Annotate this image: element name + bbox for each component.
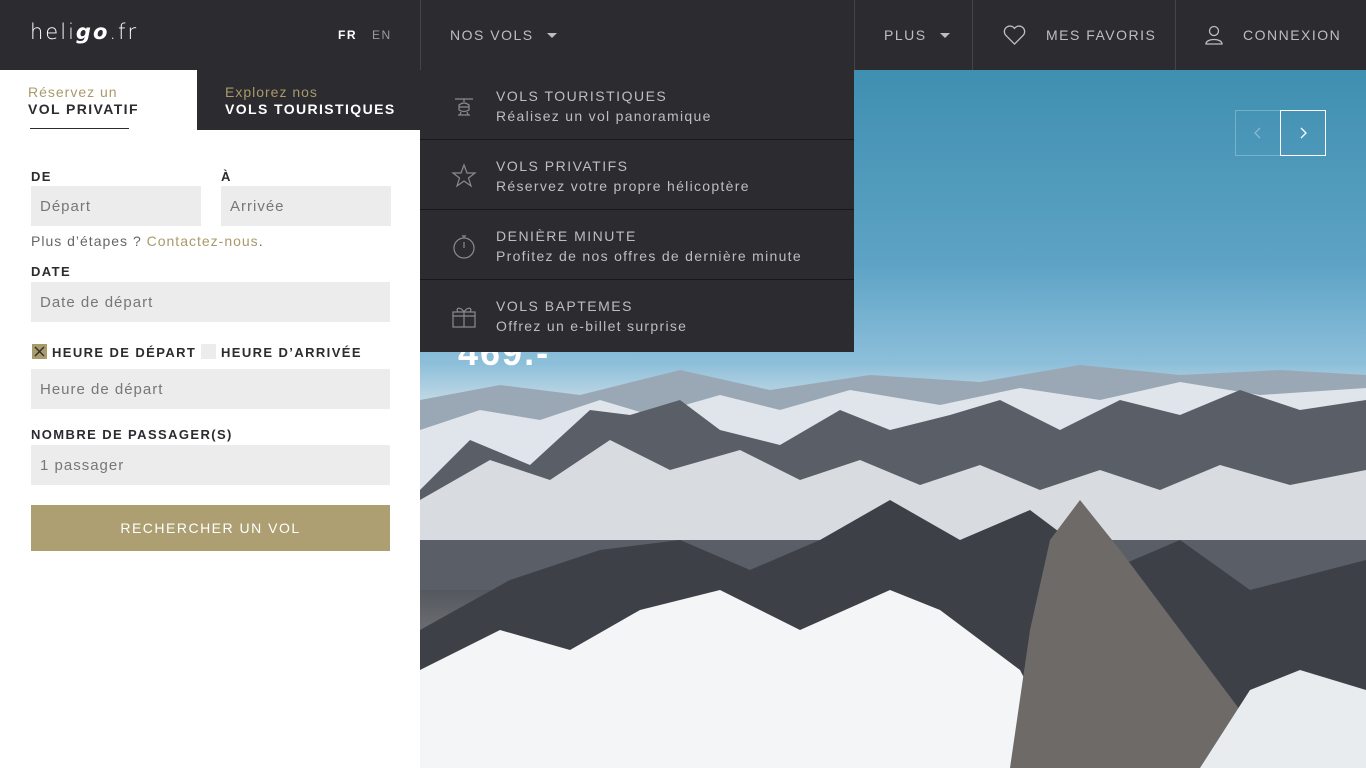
dropdown-item-vols-touristiques[interactable]: VOLS TOURISTIQUES Réalisez un vol panora… xyxy=(420,70,854,140)
gift-icon xyxy=(452,307,476,328)
tab-vols-touristiques[interactable]: Explorez nos VOLS TOURISTIQUES xyxy=(197,70,420,130)
language-fr-link[interactable]: FR xyxy=(338,28,357,42)
more-stops-hint: Plus d’étapes ? Contactez-nous. xyxy=(31,233,264,249)
nav-favoris-label: MES FAVORIS xyxy=(1046,27,1157,43)
site-logo[interactable]: heligo.fr xyxy=(30,20,138,44)
passengers-select[interactable]: 1 passager xyxy=(31,445,390,485)
nav-connexion-link[interactable]: CONNEXION xyxy=(1205,0,1341,70)
dropdown-item-vols-baptemes[interactable]: VOLS BAPTEMES Offrez un e-billet surpris… xyxy=(420,280,854,350)
user-icon xyxy=(1205,25,1223,45)
dropdown-item-subtitle: Profitez de nos offres de dernière minut… xyxy=(496,248,802,264)
tab-vol-privatif-subtitle: Réservez un xyxy=(28,84,118,100)
hint-end: . xyxy=(258,233,264,249)
star-icon xyxy=(451,163,477,188)
top-navigation-bar: heligo.fr FR EN NOS VOLS PLUS MES FAVORI… xyxy=(0,0,1366,70)
dropdown-item-subtitle: Offrez un e-billet surprise xyxy=(496,318,688,334)
chevron-left-icon xyxy=(1254,127,1261,139)
date-label: DATE xyxy=(31,264,72,279)
check-x-icon xyxy=(34,346,45,357)
chevron-right-icon xyxy=(1300,127,1307,139)
nav-nos-vols-label: NOS VOLS xyxy=(450,27,534,43)
tab-vol-privatif[interactable]: Réservez un VOL PRIVATIF xyxy=(0,70,197,130)
arrival-time-checkbox[interactable] xyxy=(201,344,216,359)
tab-vols-touristiques-title: VOLS TOURISTIQUES xyxy=(225,101,396,117)
tab-vols-touristiques-subtitle: Explorez nos xyxy=(225,84,318,100)
nos-vols-dropdown: VOLS TOURISTIQUES Réalisez un vol panora… xyxy=(420,70,854,352)
nav-nos-vols-menu[interactable]: NOS VOLS xyxy=(450,0,557,70)
dropdown-item-title: VOLS BAPTEMES xyxy=(496,298,633,314)
arrival-time-label: HEURE D’ARRIVÉE xyxy=(221,345,362,360)
nav-divider xyxy=(1175,0,1176,70)
carousel-prev-button[interactable] xyxy=(1235,110,1281,156)
departure-time-label: HEURE DE DÉPART xyxy=(52,345,197,360)
dropdown-item-title: DENIÈRE MINUTE xyxy=(496,228,637,244)
date-input[interactable]: Date de départ xyxy=(31,282,390,322)
booking-panel: Réservez un VOL PRIVATIF Explorez nos VO… xyxy=(0,70,420,768)
dropdown-item-derniere-minute[interactable]: DENIÈRE MINUTE Profitez de nos offres de… xyxy=(420,210,854,280)
nav-plus-menu[interactable]: PLUS xyxy=(884,0,950,70)
departure-time-checkbox[interactable] xyxy=(32,344,47,359)
dropdown-item-subtitle: Réservez votre propre hélicoptère xyxy=(496,178,750,194)
helicopter-icon xyxy=(455,98,473,116)
de-label: DE xyxy=(31,169,52,184)
stopwatch-icon xyxy=(453,235,475,259)
time-input[interactable]: Heure de départ xyxy=(31,369,390,409)
departure-input[interactable]: Départ xyxy=(31,186,201,226)
carousel-next-button[interactable] xyxy=(1280,110,1326,156)
nav-divider xyxy=(854,0,855,70)
hint-text: Plus d’étapes ? xyxy=(31,233,147,249)
dropdown-item-subtitle: Réalisez un vol panoramique xyxy=(496,108,712,124)
language-en-link[interactable]: EN xyxy=(372,28,392,42)
dropdown-item-title: VOLS PRIVATIFS xyxy=(496,158,629,174)
nav-divider xyxy=(420,0,421,70)
heart-icon xyxy=(1003,25,1026,45)
a-label: À xyxy=(221,169,232,184)
chevron-down-icon xyxy=(939,32,950,38)
nav-plus-label: PLUS xyxy=(884,27,927,43)
search-flight-button[interactable]: RECHERCHER UN VOL xyxy=(31,505,390,551)
nav-divider xyxy=(972,0,973,70)
nav-favoris-link[interactable]: MES FAVORIS xyxy=(1003,0,1156,70)
passengers-label: NOMBRE DE PASSAGER(S) xyxy=(31,427,233,442)
chevron-down-icon xyxy=(546,32,557,38)
nav-connexion-label: CONNEXION xyxy=(1243,27,1342,43)
dropdown-item-title: VOLS TOURISTIQUES xyxy=(496,88,668,104)
tab-vol-privatif-title: VOL PRIVATIF xyxy=(28,101,139,117)
arrival-input[interactable]: Arrivée xyxy=(221,186,391,226)
dropdown-item-vols-privatifs[interactable]: VOLS PRIVATIFS Réservez votre propre hél… xyxy=(420,140,854,210)
contact-link[interactable]: Contactez-nous xyxy=(147,233,259,249)
active-tab-underline xyxy=(30,128,129,129)
